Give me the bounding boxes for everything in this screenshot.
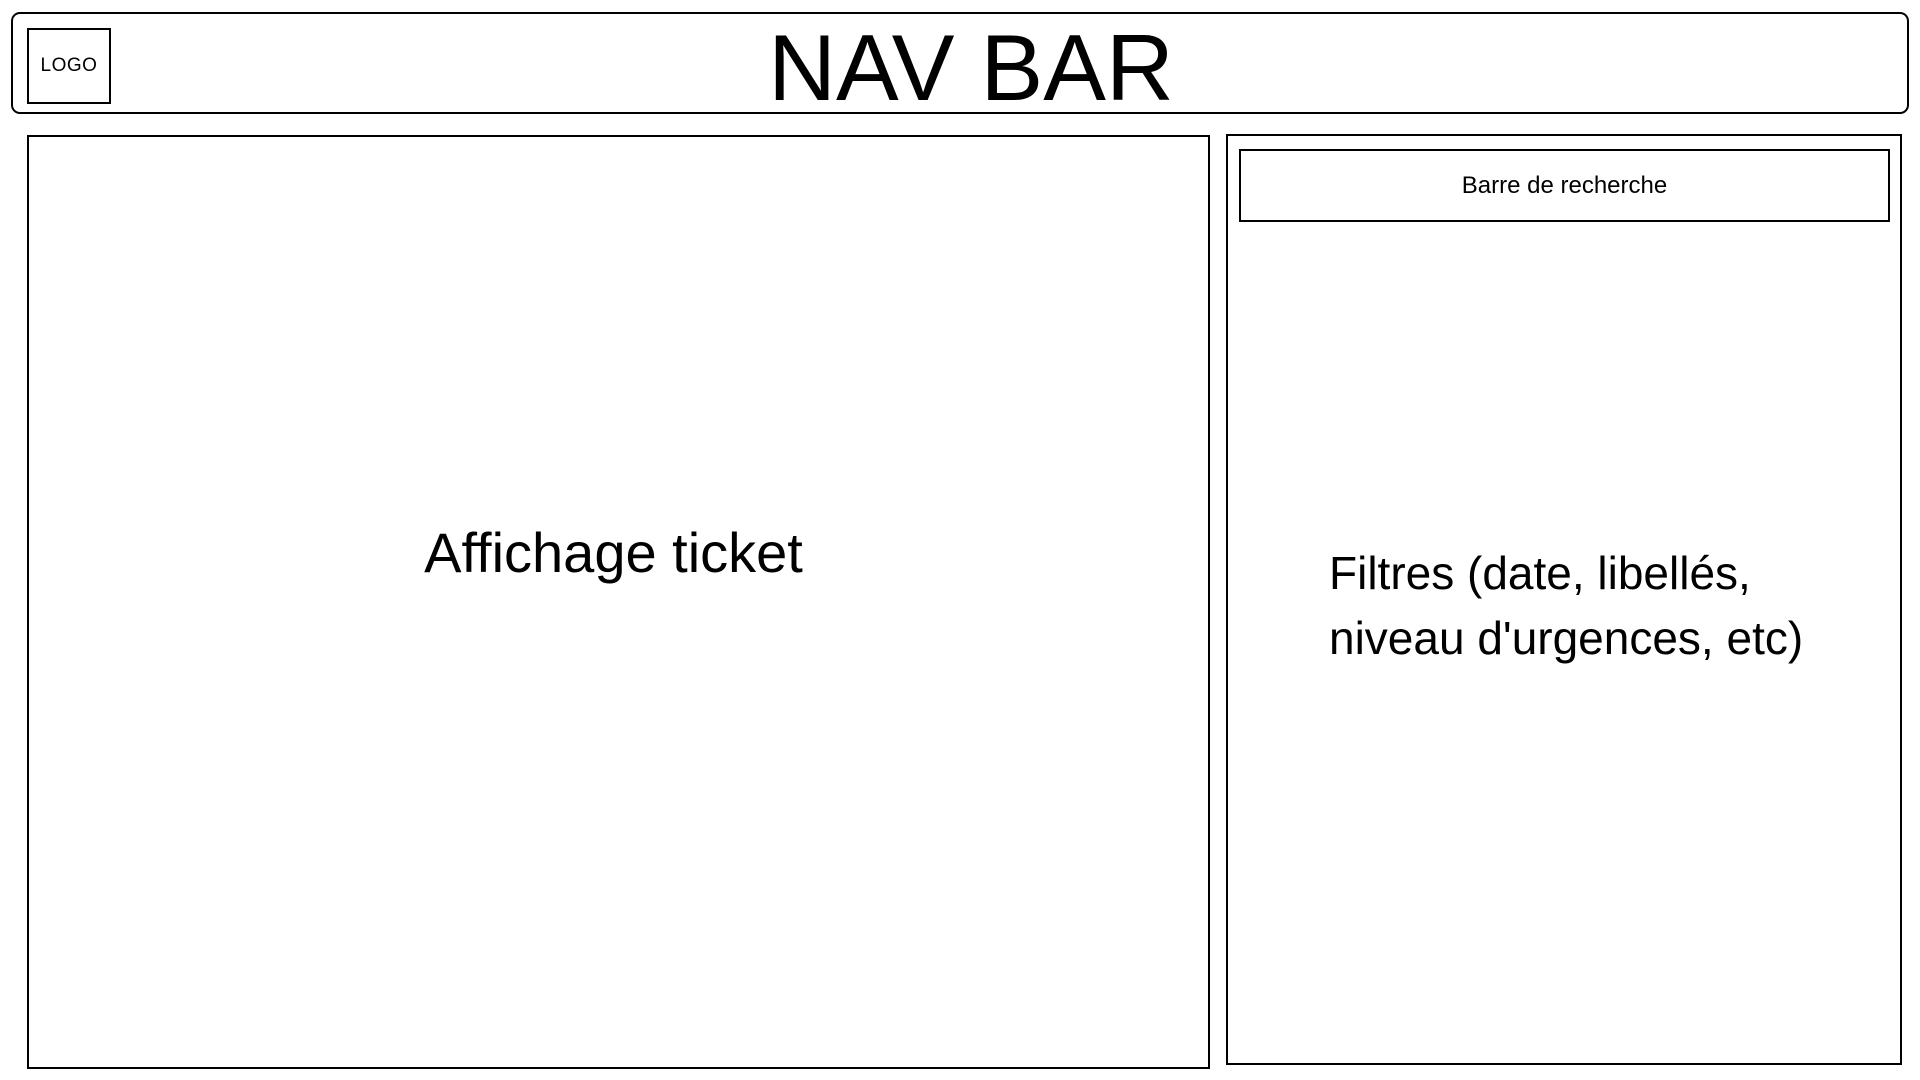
search-bar-label: Barre de recherche	[1461, 171, 1668, 199]
ticket-display-panel: Affichage ticket	[27, 135, 1210, 1069]
filters-label-line-1: Filtres (date, libellés,	[1329, 547, 1751, 599]
nav-bar-title: NAV BAR	[768, 15, 1174, 120]
filters-label-line-2: niveau d'urgences, etc)	[1329, 612, 1804, 664]
filters-area[interactable]: Filtres (date, libellés, niveau d'urgenc…	[1329, 541, 1869, 671]
search-input[interactable]: Barre de recherche	[1239, 149, 1890, 222]
ticket-display-label: Affichage ticket	[424, 520, 803, 584]
filters-sidebar: Barre de recherche Filtres (date, libell…	[1226, 134, 1902, 1065]
nav-bar: LOGO NAV BAR	[11, 12, 1909, 118]
